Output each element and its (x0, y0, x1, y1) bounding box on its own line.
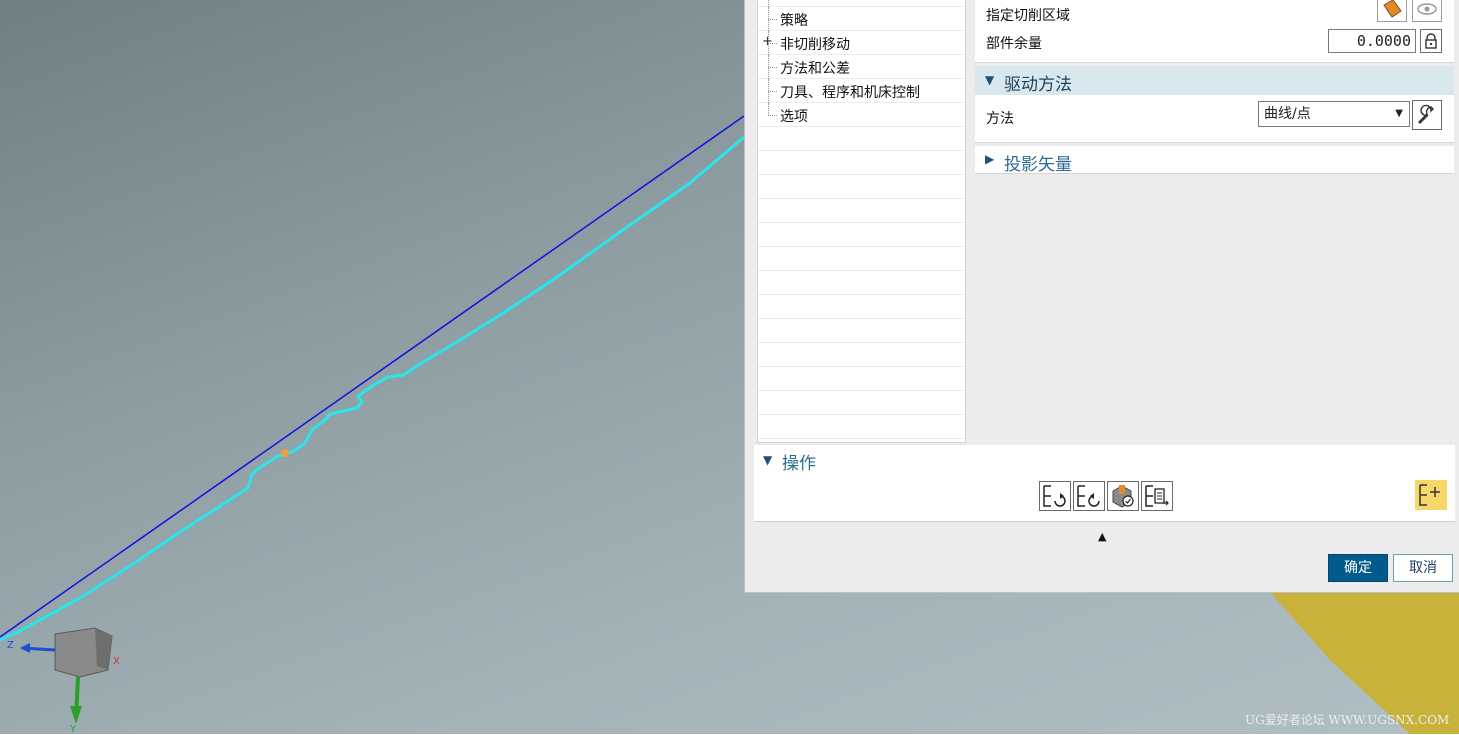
eye-icon (1417, 3, 1437, 15)
list-toolpath-button[interactable] (1141, 481, 1173, 511)
cut-region-row: 指定切削区域 (975, 0, 1454, 28)
tree-empty-row (758, 223, 965, 247)
tool-position-marker (281, 449, 289, 457)
drive-method-value: 曲线/点 (1264, 106, 1311, 122)
tree-row-partial (758, 0, 965, 7)
verify-icon (1112, 485, 1134, 508)
operations-group: ▼ 操作 (754, 445, 1455, 521)
tree-item-strategy[interactable]: 策略 (758, 7, 965, 31)
edit-drive-method-button[interactable] (1412, 100, 1442, 130)
operation-tree[interactable]: 策略 + 非切削移动 方法和公差 刀具、程序和机床控制 选项 (757, 0, 966, 443)
lock-stock-button[interactable] (1420, 29, 1442, 53)
drive-method-label: 方法 (986, 111, 1014, 127)
tree-empty-row (758, 151, 965, 175)
axis-x-label: X (113, 656, 120, 667)
tree-item-label: 非切削移动 (780, 37, 850, 53)
tree-item-label: 选项 (780, 109, 808, 125)
drive-method-header[interactable]: ▼ 驱动方法 (975, 66, 1454, 95)
replay-icon (1077, 485, 1100, 507)
part-stock-row: 部件余量 0.0000 (975, 28, 1454, 56)
tree-item-label: 方法和公差 (780, 61, 850, 77)
tree-item-non-cutting-moves[interactable]: + 非切削移动 (758, 31, 965, 55)
tree-empty-row (758, 415, 965, 439)
tree-empty-row (758, 367, 965, 391)
tree-empty-row (758, 127, 965, 151)
tree-item-label: 策略 (780, 13, 808, 29)
axis-y-label: Y (70, 724, 77, 735)
part-stock-label: 部件余量 (986, 36, 1042, 52)
part-stock-input[interactable]: 0.0000 (1328, 29, 1416, 53)
operations-title: 操作 (782, 454, 816, 474)
add-operation-button[interactable] (1415, 480, 1447, 510)
drive-curve (0, 115, 745, 638)
cut-region-icon (1383, 0, 1402, 18)
collapse-up-icon[interactable]: ▲ (1098, 530, 1106, 543)
tree-item-label: 刀具、程序和机床控制 (780, 85, 920, 101)
list-icon (1145, 485, 1169, 507)
geometry-group: 指定切削区域 部件余量 0.0000 (975, 0, 1454, 63)
generate-icon (1043, 485, 1066, 507)
add-icon (1419, 484, 1440, 506)
expand-icon[interactable]: + (762, 34, 773, 49)
tree-item-method-tolerance[interactable]: 方法和公差 (758, 55, 965, 79)
lock-icon (1425, 33, 1437, 49)
wrench-icon (1418, 104, 1434, 124)
projection-vector-group: ▶ 投影矢量 (975, 146, 1454, 175)
projection-vector-header[interactable]: ▶ 投影矢量 (975, 146, 1454, 175)
replay-toolpath-button[interactable] (1073, 481, 1105, 511)
collapse-triangle-icon: ▼ (985, 73, 995, 87)
tree-empty-row (758, 247, 965, 271)
collapse-triangle-icon[interactable]: ▼ (763, 453, 772, 467)
ok-button[interactable]: 确定 (1328, 554, 1388, 582)
tree-empty-row (758, 319, 965, 343)
divider (754, 521, 1455, 522)
projection-vector-title: 投影矢量 (1004, 155, 1072, 175)
drive-method-group: ▼ 驱动方法 方法 曲线/点 ▼ (975, 66, 1454, 143)
watermark-text: UG爱好者论坛 WWW.UGSNX.COM (1245, 713, 1450, 727)
tree-empty-row (758, 175, 965, 199)
view-triad (20, 627, 113, 724)
drive-method-title: 驱动方法 (1004, 75, 1072, 95)
tree-empty-row (758, 391, 965, 415)
expand-triangle-icon: ▶ (985, 152, 995, 166)
display-region-button[interactable] (1412, 0, 1442, 22)
chevron-down-icon: ▼ (1395, 108, 1403, 119)
cancel-button[interactable]: 取消 (1393, 554, 1453, 582)
generate-toolpath-button[interactable] (1039, 481, 1071, 511)
cut-region-label: 指定切削区域 (986, 8, 1070, 24)
tree-item-tool-program-machine[interactable]: 刀具、程序和机床控制 (758, 79, 965, 103)
tree-empty-row (758, 343, 965, 367)
tree-empty-row (758, 199, 965, 223)
tree-empty-row (758, 295, 965, 319)
tree-item-options[interactable]: 选项 (758, 103, 965, 127)
select-cut-region-button[interactable] (1377, 0, 1407, 22)
tree-empty-row (758, 271, 965, 295)
verify-toolpath-button[interactable] (1107, 481, 1139, 511)
drive-method-row: 方法 曲线/点 ▼ (975, 95, 1454, 139)
axis-z-label: Z (7, 640, 14, 651)
drive-method-select[interactable]: 曲线/点 ▼ (1258, 101, 1410, 127)
tool-path (0, 135, 745, 642)
